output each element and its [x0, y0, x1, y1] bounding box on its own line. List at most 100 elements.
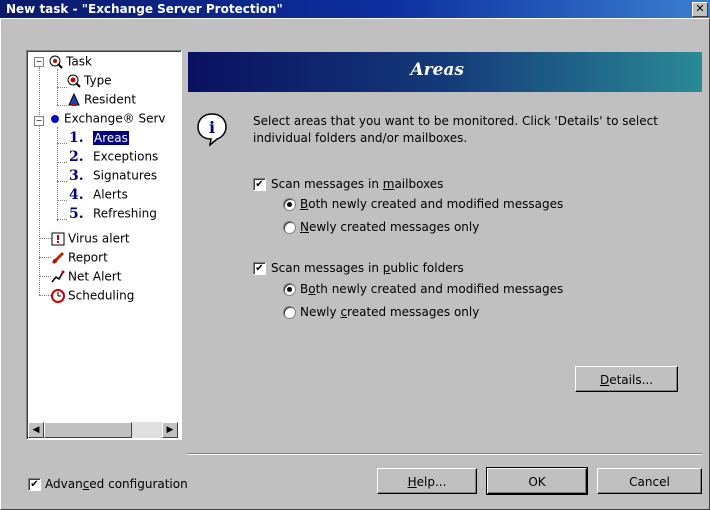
public-new-only-radio[interactable]	[283, 306, 296, 319]
cancel-button[interactable]: Cancel	[597, 468, 702, 494]
scan-mailboxes-checkbox[interactable]: ✔	[253, 178, 266, 191]
label-text: oth newly created and modified messages	[308, 197, 564, 211]
button-label: etails...	[609, 373, 654, 387]
tree-item-label: Task	[66, 54, 92, 69]
scroll-left-button[interactable]: ◀	[28, 422, 44, 438]
tree-item-report[interactable]: Report	[51, 248, 108, 266]
tree-item-exchange[interactable]: Exchange® Serv	[49, 109, 165, 127]
tree-item-refreshing[interactable]: 5. Refreshing	[69, 204, 157, 222]
label-text: ewly created messages only	[308, 220, 480, 234]
access-key: o	[308, 282, 316, 296]
collapse-toggle-task[interactable]: −	[34, 57, 44, 67]
tree-item-label: Signatures	[93, 168, 158, 183]
tree-item-type[interactable]: Type	[67, 71, 112, 89]
tree-item-resident[interactable]: Resident	[67, 90, 136, 108]
access-key: B	[300, 197, 309, 211]
scroll-right-button[interactable]: ▶	[162, 422, 178, 438]
tree-line	[57, 87, 67, 88]
tree-line	[57, 162, 67, 163]
tree-item-label: Refreshing	[93, 206, 157, 221]
svg-text:i: i	[209, 118, 215, 137]
tree-item-label: Scheduling	[68, 288, 135, 303]
step-number: 1.	[69, 129, 84, 146]
details-button[interactable]: Details...	[575, 366, 678, 392]
label-text: ed configuration	[89, 477, 188, 491]
report-icon	[51, 251, 65, 264]
tree-horizontal-scrollbar[interactable]: ◀ ▶	[28, 422, 178, 438]
check-mark: ✔	[255, 179, 264, 190]
step-number: 2.	[69, 148, 84, 165]
public-new-only-label: Newly created messages only	[300, 305, 479, 319]
minus-icon: −	[35, 116, 43, 125]
tree-line	[39, 238, 51, 239]
public-both-label: Both newly created and modified messages	[300, 282, 563, 296]
tree-line	[57, 200, 67, 201]
virus-alert-icon	[51, 232, 65, 245]
resident-icon	[68, 92, 80, 106]
help-button[interactable]: Help...	[377, 468, 477, 494]
tree-item-label: Report	[68, 250, 108, 265]
scan-public-folders-checkbox[interactable]: ✔	[253, 262, 266, 275]
tree-line	[39, 67, 40, 295]
tree-item-signatures[interactable]: 3. Signatures	[69, 166, 157, 184]
button-label: OK	[528, 475, 546, 489]
label-text: th newly created and modified messages	[315, 282, 564, 296]
scroll-thumb[interactable]	[44, 422, 132, 438]
tree-item-label: Net Alert	[68, 269, 122, 284]
footer-separator	[188, 453, 702, 455]
tree-item-label: Alerts	[93, 187, 128, 202]
mailboxes-both-radio[interactable]	[283, 198, 296, 211]
tree-item-label: Exchange® Serv	[64, 111, 166, 126]
check-mark: ✔	[30, 479, 39, 490]
tree-item-alerts[interactable]: 4. Alerts	[69, 185, 128, 203]
label-text: Newly	[300, 305, 341, 319]
window-title: New task - "Exchange Server Protection"	[6, 2, 283, 16]
info-text: Select areas that you want to be monitor…	[253, 114, 658, 145]
tree-item-label: Areas	[93, 130, 129, 145]
net-alert-icon	[51, 270, 65, 282]
tree-line	[39, 257, 51, 258]
label-text: Advan	[45, 477, 83, 491]
step-number: 5.	[69, 205, 84, 222]
step-number: 3.	[69, 167, 84, 184]
tree-item-net-alert[interactable]: Net Alert	[51, 267, 121, 285]
radio-selected-dot	[287, 287, 292, 292]
navigation-tree[interactable]: − − Task Type Resident Exchange® Serv 1.…	[26, 50, 182, 440]
advanced-configuration-checkbox[interactable]: ✔	[28, 478, 41, 491]
tree-item-label: Virus alert	[68, 231, 130, 246]
arrow-right-icon: ▶	[166, 425, 174, 435]
tree-line	[57, 219, 67, 220]
tree-item-task[interactable]: Task	[49, 52, 92, 70]
task-icon	[49, 55, 63, 69]
tree-item-label: Type	[84, 73, 112, 88]
tree-item-virus-alert[interactable]: Virus alert	[51, 229, 130, 247]
label-text: ublic folders	[390, 261, 464, 275]
section-banner: Areas	[188, 52, 702, 92]
tree-item-areas[interactable]: 1. Areas	[69, 128, 129, 146]
advanced-configuration-label: Advanced configuration	[45, 477, 188, 491]
close-button[interactable]: ✕	[692, 2, 708, 17]
exchange-icon	[51, 114, 59, 123]
button-label: Cancel	[629, 475, 670, 489]
ok-button[interactable]: OK	[486, 467, 588, 495]
mailboxes-both-label: Both newly created and modified messages	[300, 197, 563, 211]
tree-line	[57, 105, 67, 106]
arrow-left-icon: ◀	[32, 425, 40, 435]
tree-item-exceptions[interactable]: 2. Exceptions	[69, 147, 158, 165]
tree-item-scheduling[interactable]: Scheduling	[51, 286, 134, 304]
tree-line	[57, 143, 67, 144]
tree-item-label: Exceptions	[93, 149, 159, 164]
mailboxes-new-only-radio[interactable]	[283, 221, 296, 234]
info-icon: i	[197, 113, 227, 147]
collapse-toggle-exchange[interactable]: −	[34, 116, 44, 126]
section-title: Areas	[410, 60, 464, 80]
mailboxes-new-only-label: Newly created messages only	[300, 220, 479, 234]
public-both-radio[interactable]	[283, 283, 296, 296]
label-text: reated messages only	[347, 305, 480, 319]
check-mark: ✔	[255, 263, 264, 274]
label-text: B	[300, 282, 309, 296]
minus-icon: −	[35, 57, 43, 66]
label-text: Scan messages in	[271, 261, 383, 275]
access-key: D	[599, 373, 610, 387]
tree-line	[57, 127, 58, 221]
